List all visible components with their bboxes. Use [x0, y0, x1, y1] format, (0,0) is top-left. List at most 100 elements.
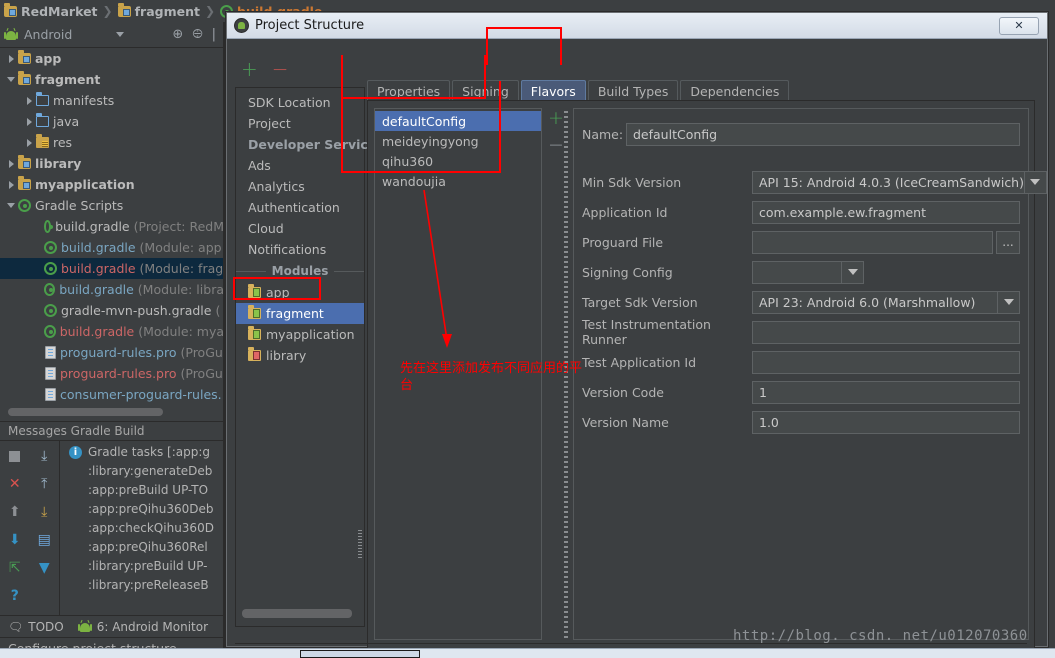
tab-flavors[interactable]: Flavors	[520, 80, 586, 101]
chevron-down-icon[interactable]	[998, 290, 1020, 314]
tree-node-buildgradle-fragment[interactable]: build.gradle (Module: frag	[0, 258, 224, 279]
tool-button-android-monitor[interactable]: 6: Android Monitor	[77, 620, 208, 634]
tree-node-res[interactable]: res	[0, 132, 224, 153]
tree-node-myapplication[interactable]: myapplication	[0, 174, 224, 195]
dialog-sidebar[interactable]: SDK Location Project Developer Services …	[235, 87, 384, 627]
tab-properties[interactable]: Properties	[367, 80, 451, 101]
messages-list[interactable]: i Gradle tasks [:app:g :library:generate…	[61, 441, 224, 615]
message-row[interactable]: i Gradle tasks [:app:g	[61, 445, 224, 464]
tool-button-todo[interactable]: 🗨 TODO	[8, 620, 64, 634]
chevron-down-icon[interactable]	[116, 32, 125, 37]
messages-toolbar[interactable]: ⤓ ✕ ⤒ ⬆ ⤓ ⬇ ▤ ⇱ ▼ ?	[0, 441, 60, 615]
sidebar-item-cloud[interactable]: Cloud	[236, 218, 364, 239]
add-flavor-button[interactable]: +	[548, 109, 564, 128]
tree-node-java[interactable]: java	[0, 111, 224, 132]
dialog-title-bar[interactable]: Project Structure ✕	[227, 13, 1047, 39]
chevron-down-icon[interactable]	[842, 260, 864, 284]
twisty-right-icon[interactable]	[22, 117, 36, 126]
dialog-add-remove-toolbar[interactable]: + −	[241, 59, 289, 79]
tree-node-buildgradle-myapplication[interactable]: build.gradle (Module: mya	[0, 321, 224, 342]
tool-window-bar[interactable]: 🗨 TODO 6: Android Monitor	[0, 615, 224, 637]
message-row[interactable]: :library:generateDeb	[61, 464, 224, 483]
twisty-right-icon[interactable]	[4, 54, 18, 63]
sidebar-item-notifications[interactable]: Notifications	[236, 239, 364, 260]
tree-node-proguard-rules-1[interactable]: proguard-rules.pro (ProGu	[0, 342, 224, 363]
flavor-item-qihu360[interactable]: qihu360	[375, 151, 541, 171]
tree-node-gradle-mvn-push[interactable]: gradle-mvn-push.gradle (	[0, 300, 224, 321]
collapse-all-icon[interactable]: ⨸	[192, 28, 202, 41]
filter-icon[interactable]: ▼	[30, 559, 60, 577]
application-id-input[interactable]: com.example.ew.fragment	[752, 200, 1020, 224]
sidebar-item-module-library[interactable]: library	[236, 345, 364, 366]
project-tree-horizontal-scrollbar[interactable]	[8, 408, 163, 416]
twisty-down-icon[interactable]	[4, 77, 18, 82]
sidebar-horizontal-scrollbar[interactable]	[242, 609, 352, 618]
tree-node-buildgradle-app[interactable]: build.gradle (Module: app	[0, 237, 224, 258]
flavor-item-wandoujia[interactable]: wandoujia	[375, 171, 541, 191]
min-sdk-version-combo[interactable]: API 15: Android 4.0.3 (IceCreamSandwich)	[752, 170, 1025, 194]
breadcrumb-item-fragment[interactable]: fragment	[117, 2, 200, 19]
sidebar-item-analytics[interactable]: Analytics	[236, 176, 364, 197]
windows-taskbar[interactable]	[0, 648, 1055, 658]
console-icon[interactable]: ▤	[30, 531, 60, 549]
version-name-input[interactable]: 1.0	[752, 410, 1020, 434]
flavor-item-defaultconfig[interactable]: defaultConfig	[375, 111, 541, 131]
message-row[interactable]: :library:preBuild UP-	[61, 559, 224, 578]
twisty-right-icon[interactable]	[22, 138, 36, 147]
browse-button[interactable]: ...	[996, 230, 1020, 254]
sidebar-item-module-fragment[interactable]: fragment	[236, 303, 364, 324]
tab-signing[interactable]: Signing	[452, 80, 519, 101]
expand-all-icon[interactable]: ⤓	[30, 447, 60, 465]
tree-node-app[interactable]: app	[0, 48, 224, 69]
up-arrow-icon[interactable]: ⬆	[0, 503, 30, 521]
target-sdk-version-combo[interactable]: API 23: Android 6.0 (Marshmallow)	[752, 290, 998, 314]
sidebar-resize-handle[interactable]	[358, 530, 362, 560]
help-icon[interactable]: ?	[0, 587, 30, 605]
signing-config-combo[interactable]	[752, 260, 842, 284]
twisty-right-icon[interactable]	[4, 159, 18, 168]
tab-dependencies[interactable]: Dependencies	[680, 80, 790, 101]
test-instrumentation-runner-input[interactable]	[752, 320, 1020, 344]
tree-node-buildgradle-library[interactable]: build.gradle (Module: libra	[0, 279, 224, 300]
remove-module-button[interactable]: −	[272, 59, 289, 79]
tree-node-buildgradle-project[interactable]: build.gradle (Project: RedM	[0, 216, 224, 237]
breadcrumb-item-redmarket[interactable]: RedMarket	[4, 2, 98, 19]
sidebar-item-module-myapplication[interactable]: myapplication	[236, 324, 364, 345]
name-input[interactable]: defaultConfig	[626, 122, 1020, 146]
target-icon[interactable]: ⊕	[172, 28, 183, 41]
version-code-input[interactable]: 1	[752, 380, 1020, 404]
stop-icon[interactable]	[0, 447, 30, 465]
tree-node-library[interactable]: library	[0, 153, 224, 174]
flavor-list-toolbar[interactable]: + −	[548, 109, 564, 155]
tree-node-consumer-proguard-rules[interactable]: consumer-proguard-rules.	[0, 384, 224, 405]
taskbar-window-button[interactable]	[300, 650, 420, 658]
export-icon[interactable]: ⤓	[30, 503, 60, 521]
sidebar-item-authentication[interactable]: Authentication	[236, 197, 364, 218]
twisty-right-icon[interactable]	[4, 180, 18, 189]
tree-node-gradle-scripts[interactable]: Gradle Scripts	[0, 195, 224, 216]
close-button[interactable]: ✕	[999, 16, 1039, 35]
proguard-file-input[interactable]	[752, 230, 993, 254]
down-arrow-icon[interactable]: ⬇	[0, 531, 30, 549]
tab-bar[interactable]: Properties Signing Flavors Build Types D…	[367, 79, 1027, 101]
tree-node-fragment[interactable]: fragment	[0, 69, 224, 90]
project-tree[interactable]: app fragment manifests java res library	[0, 48, 224, 416]
sidebar-item-sdk-location[interactable]: SDK Location	[236, 92, 364, 113]
sidebar-item-module-app[interactable]: app	[236, 282, 364, 303]
tree-node-proguard-rules-2[interactable]: proguard-rules.pro (ProGu	[0, 363, 224, 384]
twisty-down-icon[interactable]	[4, 203, 18, 208]
add-module-button[interactable]: +	[241, 59, 258, 79]
tree-node-manifests[interactable]: manifests	[0, 90, 224, 111]
collapse-all-icon[interactable]: ⤒	[30, 475, 60, 493]
sidebar-item-project[interactable]: Project	[236, 113, 364, 134]
tool-window-selector[interactable]: Android	[4, 27, 125, 42]
remove-flavor-button[interactable]: −	[548, 136, 564, 155]
flavor-item-meideyingyong[interactable]: meideyingyong	[375, 131, 541, 151]
message-row[interactable]: :app:checkQihu360D	[61, 521, 224, 540]
jump-icon[interactable]: ⇱	[0, 559, 30, 577]
twisty-right-icon[interactable]	[22, 96, 36, 105]
message-row[interactable]: :app:preQihu360Deb	[61, 502, 224, 521]
message-row[interactable]: :app:preQihu360Rel	[61, 540, 224, 559]
close-icon[interactable]: ✕	[0, 475, 30, 493]
tab-build-types[interactable]: Build Types	[587, 80, 679, 101]
